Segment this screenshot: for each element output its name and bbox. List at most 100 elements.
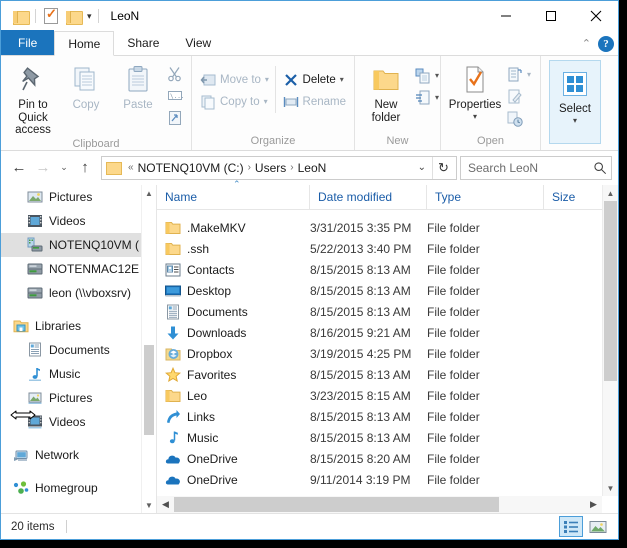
column-header-name[interactable]: ⌃ Name [157,179,310,209]
properties-icon[interactable] [40,5,62,27]
breadcrumb-overflow[interactable]: « [124,162,138,173]
refresh-button[interactable]: ↻ [432,156,454,179]
breadcrumb[interactable]: « NOTENQ10VM (C:) › Users › LeoN ⌄ ↻ [101,155,457,180]
scroll-down-icon[interactable]: ▼ [142,497,156,513]
chevron-down-icon[interactable]: ▾ [573,116,577,125]
properties-button[interactable]: Properties ▾ [446,60,504,121]
paste-shortcut-button[interactable] [164,107,186,129]
scroll-left-icon[interactable]: ◀ [157,496,174,513]
scroll-up-icon[interactable]: ▲ [142,185,156,201]
maximize-button[interactable] [528,1,573,31]
breadcrumb-item-drive[interactable]: NOTENQ10VM (C:) [138,161,244,175]
nav-item-network[interactable]: Network [1,443,141,467]
tab-share[interactable]: Share [114,30,172,55]
table-row[interactable]: OneDrive 8/15/2015 8:20 AM File folder [157,448,618,469]
move-to-button[interactable]: Move to ▾ [197,69,275,91]
copy-path-button[interactable]: \... [164,85,186,107]
column-header-date-modified[interactable]: Date modified [310,185,427,209]
tab-view[interactable]: View [172,30,224,55]
nav-item-notenmac12e[interactable]: NOTENMAC12E [1,257,141,281]
table-row[interactable]: Downloads 8/16/2015 9:21 AM File folder [157,322,618,343]
navigation-scrollbar[interactable]: ▲ ▼ [141,185,156,513]
delete-x-icon [284,74,297,86]
close-button[interactable] [573,1,618,31]
chevron-down-icon[interactable]: ▾ [473,112,477,121]
chevron-down-icon[interactable]: ▾ [87,11,92,21]
paste-button[interactable]: Paste [112,60,164,112]
horizontal-scrollbar-thumb[interactable] [174,497,499,512]
rename-button[interactable]: Rename [280,91,349,113]
navigation-scrollbar-thumb[interactable] [144,345,154,435]
tab-file[interactable]: File [1,30,55,55]
breadcrumb-dropdown-icon[interactable]: ⌄ [412,162,432,173]
forward-button[interactable]: → [31,156,55,180]
file-name-cell: Contacts [157,262,310,278]
back-button[interactable]: ← [7,156,31,180]
up-button[interactable]: ↑ [73,156,97,180]
help-icon[interactable]: ? [598,36,614,52]
chevron-down-icon[interactable]: ▾ [527,71,531,79]
contacts-icon [165,263,181,276]
chevron-down-icon[interactable]: ▾ [435,72,439,80]
chevron-down-icon[interactable]: ▾ [435,94,439,102]
search-input[interactable]: Search LeoN [460,155,612,180]
horizontal-scroll-track[interactable] [174,496,585,513]
table-row[interactable]: Leo 3/23/2015 8:15 AM File folder [157,385,618,406]
history-button[interactable] [504,108,534,130]
navigation-pane: Pictures Videos NOTENQ10VM (NOTENMAC12E… [1,185,157,513]
select-button[interactable]: Select ▾ [549,60,601,144]
column-header-type[interactable]: Type [427,185,544,209]
nav-item-homegroup[interactable]: Homegroup [1,476,141,500]
file-list-scrollbar-horizontal[interactable]: ◀ ▶ [157,496,602,513]
nav-item-music-library[interactable]: Music [1,362,141,386]
breadcrumb-item-leon[interactable]: LeoN [298,161,412,175]
easy-access-button[interactable]: ▾ [412,87,442,109]
details-view-button[interactable] [559,516,583,537]
table-row[interactable]: Music 8/15/2015 8:13 AM File folder [157,427,618,448]
cut-button[interactable] [164,63,186,85]
file-date-cell: 8/15/2015 8:13 AM [310,430,411,445]
table-row[interactable]: .MakeMKV 3/31/2015 3:35 PM File folder [157,217,618,238]
collapse-ribbon-icon[interactable]: ⌃ [582,38,591,50]
scroll-down-icon[interactable]: ▼ [603,480,618,496]
new-item-button[interactable]: ▾ [412,65,442,87]
copy-to-button[interactable]: Copy to ▾ [197,91,275,113]
new-folder-button[interactable]: New folder [360,60,412,124]
scroll-right-icon[interactable]: ▶ [585,496,602,513]
minimize-button[interactable] [483,1,528,31]
file-list-scrollbar-thumb[interactable] [604,201,617,381]
file-name-cell: Favorites [157,366,310,383]
edit-button[interactable] [504,86,534,108]
folder-icon[interactable] [9,5,31,27]
chevron-down-icon[interactable]: ▾ [265,76,269,84]
table-row[interactable]: Documents 8/15/2015 8:13 AM File folder [157,301,618,322]
pin-to-quick-access-button[interactable]: Pin to Quick access [6,60,60,137]
table-row[interactable]: .ssh 5/22/2013 3:40 PM File folder [157,238,618,259]
nav-item-pictures[interactable]: Pictures [1,185,141,209]
music-note-icon [169,431,178,443]
delete-button[interactable]: Delete ▾ [280,69,349,91]
table-row[interactable]: OneDrive 9/11/2014 3:19 PM File folder [157,469,618,490]
copy-button[interactable]: Copy [60,60,112,112]
large-icons-view-button[interactable] [586,516,610,537]
nav-item-documents-library[interactable]: Documents [1,338,141,362]
chevron-down-icon[interactable]: ▾ [340,76,344,84]
table-row[interactable]: Favorites 8/15/2015 8:13 AM File folder [157,364,618,385]
breadcrumb-item-users[interactable]: Users [255,161,286,175]
table-row[interactable]: Links 8/15/2015 8:13 AM File folder [157,406,618,427]
nav-item-videos[interactable]: Videos [1,209,141,233]
new-folder-icon[interactable] [62,5,84,27]
nav-item-libraries[interactable]: Libraries [1,314,141,338]
nav-item-leon-vboxsrv[interactable]: leon (\\vboxsrv) [1,281,141,305]
table-row[interactable]: Desktop 8/15/2015 8:13 AM File folder [157,280,618,301]
nav-item-notenq10vm[interactable]: NOTENQ10VM ( [1,233,141,257]
file-list-scrollbar-vertical[interactable]: ▲ ▼ [602,185,618,496]
chevron-down-icon[interactable]: ▾ [264,98,268,106]
table-row[interactable]: Contacts 8/15/2015 8:13 AM File folder [157,259,618,280]
file-name: Leo [187,388,208,403]
scroll-up-icon[interactable]: ▲ [603,185,618,201]
table-row[interactable]: Dropbox 3/19/2015 4:25 PM File folder [157,343,618,364]
tab-home[interactable]: Home [54,31,115,56]
recent-locations-button[interactable]: ⌄ [55,156,73,180]
open-button[interactable]: ▾ [504,64,534,86]
